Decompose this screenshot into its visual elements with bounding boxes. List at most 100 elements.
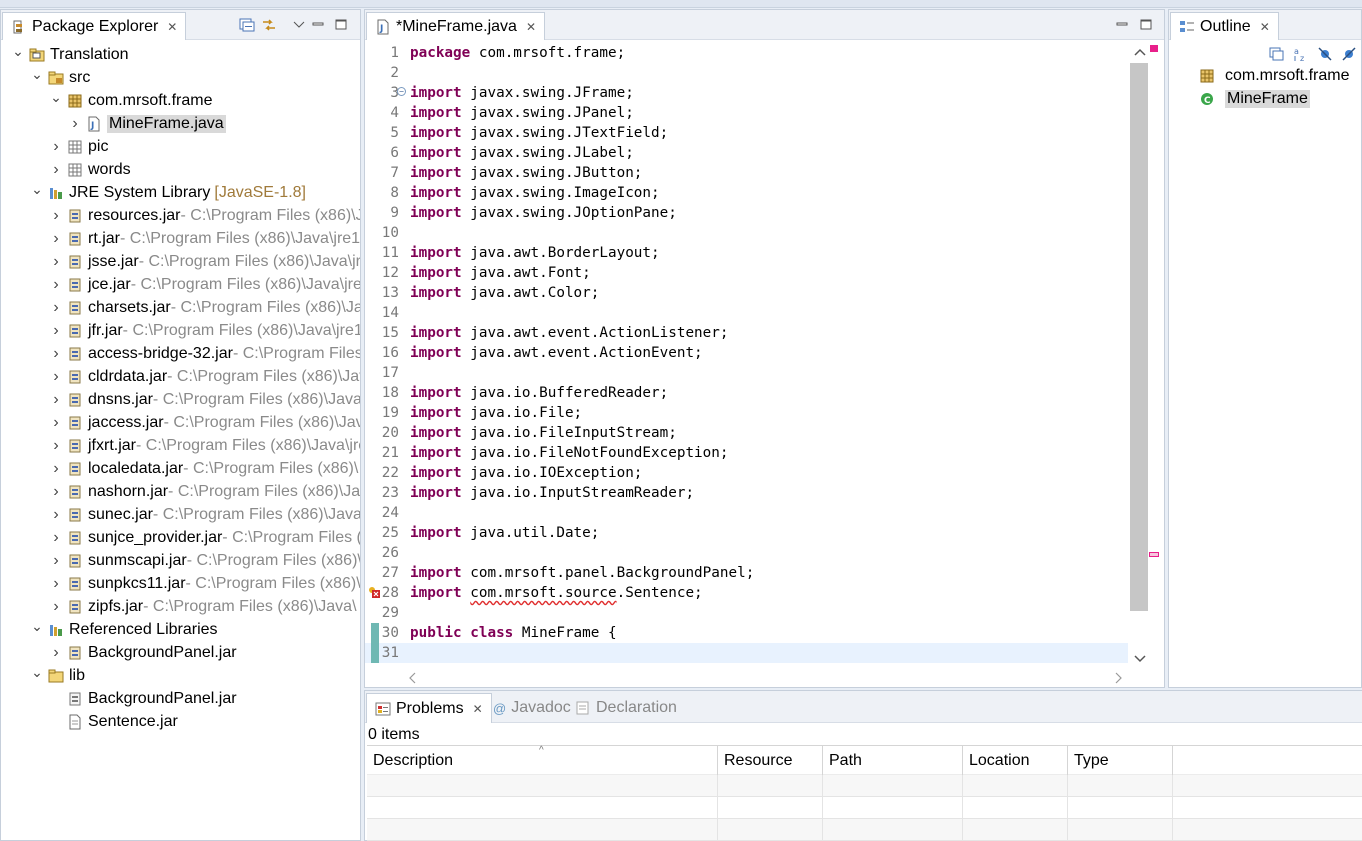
tree-item[interactable]: › rt.jar - C:\Program Files (x86)\Java\jr…: [49, 227, 360, 250]
code-line[interactable]: 19 import java.io.File;: [365, 403, 1128, 423]
scroll-left-icon[interactable]: [407, 670, 419, 686]
tree-item[interactable]: › jaccess.jar - C:\Program Files (x86)\Ja…: [49, 411, 360, 434]
chevron-down-icon[interactable]: ⌄: [11, 43, 25, 60]
code-line[interactable]: 24: [365, 503, 1128, 523]
chevron-right-icon[interactable]: ›: [49, 345, 63, 363]
view-menu-icon[interactable]: [293, 18, 309, 32]
vertical-scrollbar[interactable]: [1128, 47, 1148, 665]
chevron-right-icon[interactable]: ›: [49, 575, 63, 593]
code-line[interactable]: 13 import java.awt.Color;: [365, 283, 1128, 303]
chevron-right-icon[interactable]: ›: [49, 644, 63, 662]
tree-item[interactable]: › sunmscapi.jar - C:\Program Files (x86)\: [49, 549, 360, 572]
minimize-icon[interactable]: [312, 18, 328, 32]
tree-item[interactable]: › access-bridge-32.jar - C:\Program Files: [49, 342, 360, 365]
error-summary-marker[interactable]: [1150, 45, 1158, 52]
code-line[interactable]: 25 import java.util.Date;: [365, 523, 1128, 543]
code-line[interactable]: 20 import java.io.FileInputStream;: [365, 423, 1128, 443]
tree-item[interactable]: › jfr.jar - C:\Program Files (x86)\Java\j…: [49, 319, 360, 342]
code-line[interactable]: 18 import java.io.BufferedReader;: [365, 383, 1128, 403]
code-line[interactable]: 30 public class MineFrame {: [365, 623, 1128, 643]
chevron-right-icon[interactable]: ›: [49, 322, 63, 340]
tree-item[interactable]: BackgroundPanel.jar: [49, 687, 237, 710]
chevron-right-icon[interactable]: ›: [49, 414, 63, 432]
code-line[interactable]: 16 import java.awt.event.ActionEvent;: [365, 343, 1128, 363]
chevron-right-icon[interactable]: ›: [49, 552, 63, 570]
column-type[interactable]: Type: [1068, 746, 1173, 776]
chevron-down-icon[interactable]: ⌄: [30, 664, 44, 681]
tree-item[interactable]: › nashorn.jar - C:\Program Files (x86)\Ja…: [49, 480, 360, 503]
chevron-right-icon[interactable]: ›: [49, 529, 63, 547]
code-line[interactable]: 22 import java.io.IOException;: [365, 463, 1128, 483]
tree-item[interactable]: › words: [49, 158, 130, 181]
maximize-icon[interactable]: [335, 18, 351, 32]
tree-item[interactable]: › pic: [49, 135, 108, 158]
error-marker[interactable]: [1149, 552, 1159, 557]
column-path[interactable]: Path: [823, 746, 963, 776]
code-line[interactable]: 15 import java.awt.event.ActionListener;: [365, 323, 1128, 343]
tab-declaration[interactable]: Declaration: [567, 693, 685, 723]
code-line[interactable]: 6 import javax.swing.JLabel;: [365, 143, 1128, 163]
code-line[interactable]: 8 import javax.swing.ImageIcon;: [365, 183, 1128, 203]
close-icon[interactable]: ✕: [473, 702, 483, 716]
tree-item[interactable]: ⌄ JRE System Library [JavaSE-1.8]: [30, 181, 306, 204]
chevron-down-icon[interactable]: ⌄: [30, 181, 44, 198]
chevron-right-icon[interactable]: ›: [49, 391, 63, 409]
error-squiggle[interactable]: com.mrsoft.source: [470, 585, 616, 601]
code-line[interactable]: 26: [365, 543, 1128, 563]
tree-item[interactable]: › resources.jar - C:\Program Files (x86)\…: [49, 204, 360, 227]
tree-item[interactable]: › sunec.jar - C:\Program Files (x86)\Java…: [49, 503, 360, 526]
outline-item[interactable]: C MineFrame: [1199, 87, 1310, 110]
tree-item[interactable]: › J MineFrame.java: [68, 112, 226, 135]
collapse-all-icon[interactable]: [239, 18, 255, 32]
hide-static-icon[interactable]: [1341, 46, 1357, 62]
chevron-right-icon[interactable]: ›: [49, 506, 63, 524]
code-line[interactable]: 31: [365, 643, 1128, 663]
code-line[interactable]: 11 import java.awt.BorderLayout;: [365, 243, 1128, 263]
code-line[interactable]: 1 package com.mrsoft.frame;: [365, 43, 1128, 63]
chevron-right-icon[interactable]: ›: [49, 230, 63, 248]
column-location[interactable]: Location: [963, 746, 1068, 776]
overview-ruler[interactable]: [1148, 41, 1162, 669]
code-line[interactable]: 3 import javax.swing.JFrame;: [365, 83, 1128, 103]
tree-item[interactable]: › cldrdata.jar - C:\Program Files (x86)\J…: [49, 365, 360, 388]
code-line[interactable]: 4 import javax.swing.JPanel;: [365, 103, 1128, 123]
tab-outline[interactable]: Outline ✕: [1170, 12, 1279, 40]
tree-item[interactable]: › jsse.jar - C:\Program Files (x86)\Java\…: [49, 250, 360, 273]
chevron-right-icon[interactable]: ›: [49, 138, 63, 156]
code-line[interactable]: 14: [365, 303, 1128, 323]
code-line[interactable]: 5 import javax.swing.JTextField;: [365, 123, 1128, 143]
code-line[interactable]: 7 import javax.swing.JButton;: [365, 163, 1128, 183]
code-line[interactable]: 27 import com.mrsoft.panel.BackgroundPane…: [365, 563, 1128, 583]
tab-mineframe-java[interactable]: J *MineFrame.java ✕: [366, 12, 545, 40]
tree-item[interactable]: Sentence.jar: [49, 710, 178, 733]
sort-alphabetically-icon[interactable]: az: [1293, 46, 1309, 62]
code-line[interactable]: 2: [365, 63, 1128, 83]
chevron-right-icon[interactable]: ›: [49, 437, 63, 455]
chevron-right-icon[interactable]: ›: [49, 460, 63, 478]
tree-item[interactable]: › zipfs.jar - C:\Program Files (x86)\Java…: [49, 595, 356, 618]
outline-item[interactable]: com.mrsoft.frame: [1199, 64, 1349, 87]
code-line[interactable]: 29: [365, 603, 1128, 623]
hide-fields-icon[interactable]: [1317, 46, 1333, 62]
link-with-editor-icon[interactable]: [261, 18, 277, 32]
vertical-scrollbar-thumb[interactable]: [1130, 63, 1148, 611]
close-icon[interactable]: ✕: [526, 20, 536, 34]
code-line[interactable]: 17: [365, 363, 1128, 383]
scroll-down-icon[interactable]: [1130, 653, 1150, 665]
tree-item[interactable]: › sunjce_provider.jar - C:\Program Files …: [49, 526, 360, 549]
code-line[interactable]: 9 import javax.swing.JOptionPane;: [365, 203, 1128, 223]
code-line[interactable]: 28 import com.mrsoft.source.Sentence;: [365, 583, 1128, 603]
close-icon[interactable]: ✕: [167, 20, 177, 34]
chevron-right-icon[interactable]: ›: [49, 207, 63, 225]
chevron-down-icon[interactable]: ⌄: [30, 618, 44, 635]
close-icon[interactable]: ✕: [1260, 20, 1270, 34]
tree-item[interactable]: ⌄ src: [30, 66, 90, 89]
tree-item[interactable]: ⌄ Referenced Libraries: [30, 618, 217, 641]
tree-item[interactable]: › BackgroundPanel.jar: [49, 641, 236, 664]
chevron-right-icon[interactable]: ›: [49, 299, 63, 317]
code-line[interactable]: 21 import java.io.FileNotFoundException;: [365, 443, 1128, 463]
tree-item[interactable]: ⌄ lib: [30, 664, 85, 687]
chevron-right-icon[interactable]: ›: [49, 483, 63, 501]
tree-item[interactable]: › sunpkcs11.jar - C:\Program Files (x86)\: [49, 572, 360, 595]
column-resource[interactable]: Resource: [718, 746, 823, 776]
